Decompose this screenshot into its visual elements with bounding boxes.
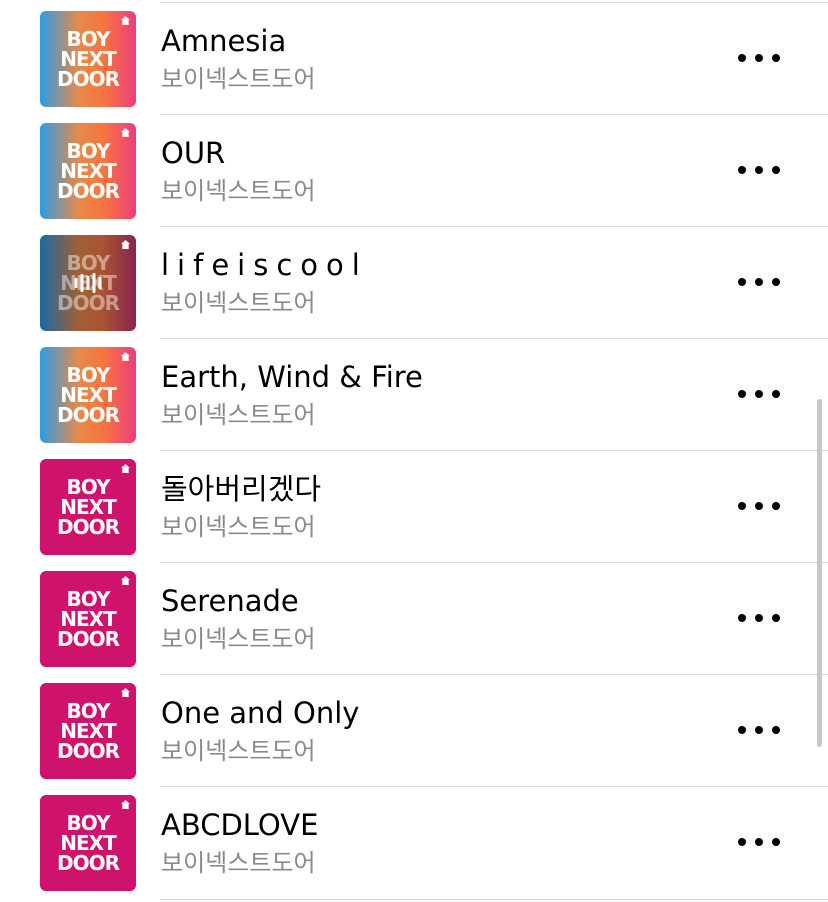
album-artwork[interactable]: BOYNEXTDOOR: [40, 683, 136, 779]
song-title: 돌아버리겠다: [161, 472, 322, 506]
artwork-logo-line: DOOR: [56, 739, 120, 763]
artwork-logo-line: DOOR: [56, 291, 120, 315]
artwork-logo-line: DOOR: [56, 403, 120, 427]
artwork-logo-line: NEXT: [60, 607, 116, 631]
song-title: lifeiscool: [161, 248, 368, 282]
artwork-logo-line: DOOR: [56, 179, 120, 203]
artwork-logo: BOYNEXTDOOR: [40, 813, 136, 873]
album-artwork[interactable]: BOYNEXTDOOR: [40, 571, 136, 667]
row-divider: [160, 114, 828, 115]
song-title: OUR: [161, 136, 226, 170]
row-divider: [160, 2, 828, 3]
more-ellipsis-icon[interactable]: [738, 158, 780, 182]
more-ellipsis-icon[interactable]: [738, 494, 780, 518]
row-divider: [160, 562, 828, 563]
song-row[interactable]: BOY NEXT DOOR 돌아버리겠다보이넥스트도어: [0, 450, 828, 562]
row-divider: [160, 899, 828, 900]
artwork-logo-line: BOY: [66, 363, 110, 387]
row-divider: [160, 338, 828, 339]
artwork-logo: BOYNEXTDOOR: [40, 589, 136, 649]
row-divider: [160, 226, 828, 227]
song-artist: 보이넥스트도어: [161, 65, 316, 93]
artwork-logo-line: NEXT: [60, 719, 116, 743]
artwork-logo-line: DOOR: [56, 515, 120, 539]
home-badge-icon: [121, 128, 130, 137]
song-row[interactable]: BOYNEXTDOOR lifeiscool 보이넥스트도어: [0, 226, 828, 338]
artwork-logo-line: NEXT: [60, 159, 116, 183]
song-title: Serenade: [161, 584, 299, 618]
artwork-logo-line: NEXT: [60, 495, 116, 519]
album-artwork[interactable]: BOYNEXTDOOR: [40, 347, 136, 443]
more-ellipsis-icon[interactable]: [738, 382, 780, 406]
artwork-logo-line: DOOR: [56, 851, 120, 875]
artwork-logo-line: BOY: [66, 699, 110, 723]
song-artist: 보이넥스트도어: [161, 513, 316, 541]
song-artist: 보이넥스트도어: [161, 289, 316, 317]
row-divider: [160, 450, 828, 451]
home-badge-icon: [121, 240, 130, 249]
song-artist: 보이넥스트도어: [161, 401, 316, 429]
album-artwork[interactable]: BOYNEXTDOOR: [40, 11, 136, 107]
more-ellipsis-icon[interactable]: [738, 270, 780, 294]
artwork-logo: BOYNEXTDOOR: [40, 477, 136, 537]
row-divider: [160, 674, 828, 675]
artwork-logo: BOYNEXTDOOR: [40, 701, 136, 761]
artwork-logo-line: NEXT: [60, 831, 116, 855]
song-row[interactable]: BOY NEXT DOOR One and Only 보이넥스트도어: [0, 674, 828, 786]
more-ellipsis-icon[interactable]: [738, 46, 780, 70]
song-row[interactable]: BOY NEXT DOOR Earth, Wind & Fire 보이넥스트도어: [0, 338, 828, 450]
more-ellipsis-icon[interactable]: [738, 606, 780, 630]
artwork-logo-line: BOY: [66, 251, 110, 275]
song-artist: 보이넥스트도어: [161, 737, 316, 765]
artwork-logo: BOYNEXTDOOR: [40, 141, 136, 201]
home-badge-icon: [121, 576, 130, 585]
scrollbar[interactable]: [817, 399, 822, 747]
home-badge-icon: [121, 688, 130, 697]
home-badge-icon: [121, 352, 130, 361]
artwork-logo-line: NEXT: [60, 47, 116, 71]
song-list: BOY NEXT DOOR Amnesia 보이넥스트도어 BOY NEXT DOOR OUR 보…: [0, 0, 828, 902]
home-badge-icon: [121, 464, 130, 473]
more-ellipsis-icon[interactable]: [738, 718, 780, 742]
album-artwork[interactable]: BOYNEXTDOOR: [40, 459, 136, 555]
home-badge-icon: [121, 16, 130, 25]
more-ellipsis-icon[interactable]: [738, 830, 780, 854]
artwork-logo-line: BOY: [66, 587, 110, 611]
song-title: Amnesia: [161, 24, 287, 58]
artwork-logo-line: BOY: [66, 811, 110, 835]
album-artwork[interactable]: BOYNEXTDOOR: [40, 235, 136, 331]
album-artwork[interactable]: BOYNEXTDOOR: [40, 795, 136, 891]
song-row[interactable]: BOY NEXT DOOR OUR 보이넥스트도어: [0, 114, 828, 226]
artwork-logo-line: BOY: [66, 139, 110, 163]
song-title: Earth, Wind & Fire: [161, 360, 423, 394]
song-title: One and Only: [161, 696, 360, 730]
song-row[interactable]: BOY NEXT DOOR Serenade 보이넥스트도어: [0, 562, 828, 674]
now-playing-icon: [74, 273, 102, 293]
artwork-logo-line: NEXT: [60, 383, 116, 407]
artwork-logo-line: DOOR: [56, 67, 120, 91]
artwork-logo: BOYNEXTDOOR: [40, 365, 136, 425]
artwork-logo: BOYNEXTDOOR: [40, 29, 136, 89]
song-title: ABCDLOVE: [161, 808, 319, 842]
album-artwork[interactable]: BOYNEXTDOOR: [40, 123, 136, 219]
song-artist: 보이넥스트도어: [161, 625, 316, 653]
song-row[interactable]: BOY NEXT DOOR Amnesia 보이넥스트도어: [0, 2, 828, 114]
row-divider: [160, 786, 828, 787]
artwork-logo-line: DOOR: [56, 627, 120, 651]
song-artist: 보이넥스트도어: [161, 177, 316, 205]
song-row[interactable]: BOY NEXT DOOR ABCDLOVE 보이넥스트도어: [0, 786, 828, 898]
home-badge-icon: [121, 800, 130, 809]
artwork-logo-line: BOY: [66, 27, 110, 51]
song-artist: 보이넥스트도어: [161, 849, 316, 877]
artwork-logo-line: BOY: [66, 475, 110, 499]
